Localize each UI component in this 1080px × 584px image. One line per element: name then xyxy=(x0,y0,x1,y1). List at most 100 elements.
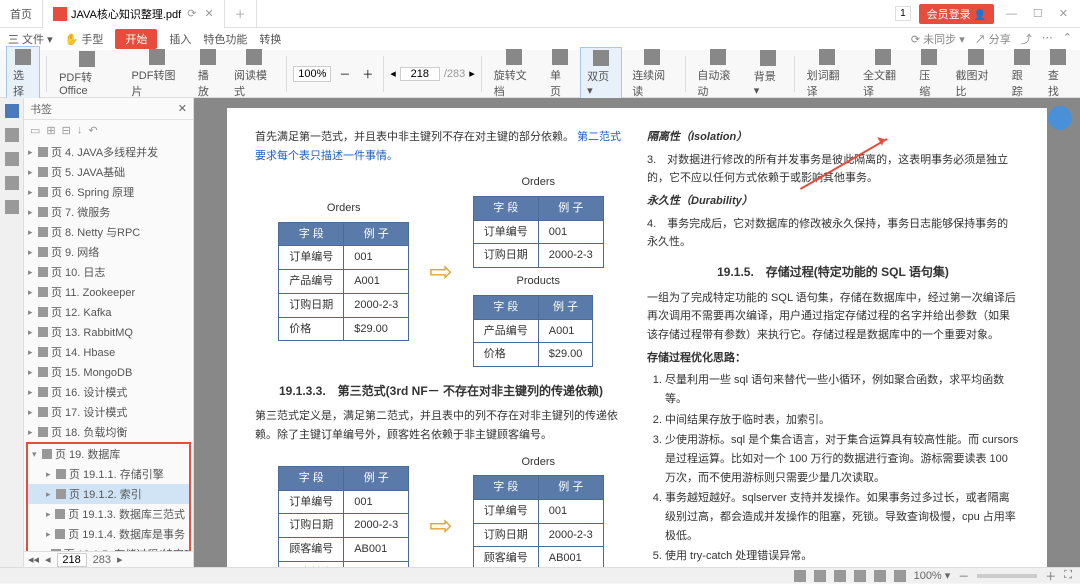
outline-item[interactable]: ▸页 16. 设计模式 xyxy=(24,382,193,402)
status-icon-2[interactable] xyxy=(814,570,826,582)
outline-item[interactable]: ▸页 18. 负载均衡 xyxy=(24,422,193,442)
bookmark-rail-icon[interactable] xyxy=(5,104,19,118)
sb-tool-2[interactable]: ⊞ xyxy=(46,124,55,137)
page-input[interactable] xyxy=(400,67,440,81)
play-button[interactable]: 播放 xyxy=(192,47,224,101)
maximize-icon[interactable]: ☐ xyxy=(1029,7,1047,20)
compress-button[interactable]: 压缩 xyxy=(913,47,945,101)
status-icon-6[interactable] xyxy=(894,570,906,582)
outline-item[interactable]: ▸页 19.1.5. 存储过程(特定功能的SQL 语句集) xyxy=(28,544,189,551)
tab-add[interactable]: ＋ xyxy=(225,0,257,28)
outline-item[interactable]: ▸页 19.1.3. 数据库三范式 xyxy=(28,504,189,524)
outline-item[interactable]: ▾页 19. 数据库 xyxy=(28,444,189,464)
page-total: /283 xyxy=(444,68,465,80)
sb-tool-4[interactable]: ↓ xyxy=(77,124,83,136)
status-icon-3[interactable] xyxy=(834,570,846,582)
pdf-to-image[interactable]: PDF转图片 xyxy=(125,47,187,101)
hand-tool[interactable]: ✋ 手型 xyxy=(65,31,104,47)
select-tool[interactable]: 选择 xyxy=(6,46,40,102)
zoom-out-status[interactable]: － xyxy=(958,568,969,584)
close-window-icon[interactable]: ✕ xyxy=(1055,7,1072,20)
notif-badge[interactable]: 1 xyxy=(895,6,911,21)
outline-item[interactable]: ▸页 4. JAVA多线程并发 xyxy=(24,142,193,162)
insert-tab[interactable]: 插入 xyxy=(169,31,191,47)
rotate-button[interactable]: 旋转文档 xyxy=(488,47,540,101)
outline-item[interactable]: ▸页 17. 设计模式 xyxy=(24,402,193,422)
sf-page-input[interactable] xyxy=(57,553,87,567)
prev-page-icon[interactable]: ◂ xyxy=(390,67,396,80)
rail-icon-5[interactable] xyxy=(5,200,19,214)
rail-icon-2[interactable] xyxy=(5,128,19,142)
rail-icon-4[interactable] xyxy=(5,176,19,190)
outline-item[interactable]: ▸页 13. RabbitMQ xyxy=(24,322,193,342)
outline-item[interactable]: ▸页 19.1.4. 数据库是事务 xyxy=(28,524,189,544)
minimize-icon[interactable]: — xyxy=(1002,8,1021,20)
outline-item[interactable]: ▸页 15. MongoDB xyxy=(24,362,193,382)
status-zoom[interactable]: 100% ▾ xyxy=(914,569,951,582)
tab-refresh-icon[interactable]: ⟳ xyxy=(187,7,196,20)
sb-tool-5[interactable]: ↶ xyxy=(88,124,97,137)
sync-status[interactable]: ⟳ 未同步 ▾ xyxy=(911,31,965,47)
sidebar-close-icon[interactable]: ✕ xyxy=(178,102,187,115)
status-icon-5[interactable] xyxy=(874,570,886,582)
single-page[interactable]: 单页 xyxy=(544,47,576,101)
rail-icon-3[interactable] xyxy=(5,152,19,166)
close-icon[interactable]: ✕ xyxy=(204,7,213,20)
arrow-icon: ⇨ xyxy=(429,248,452,296)
trace-icon xyxy=(1014,49,1030,65)
outline-item[interactable]: ▸页 10. 日志 xyxy=(24,262,193,282)
continuous-read[interactable]: 连续阅读 xyxy=(626,47,678,101)
background-button[interactable]: 背景 ▾ xyxy=(748,48,788,99)
sf-prev-icon[interactable]: ◂◂ xyxy=(28,553,39,566)
tab-home[interactable]: 首页 xyxy=(0,0,43,28)
zoom-in-icon[interactable]: ＋ xyxy=(358,66,377,82)
pdf-to-office[interactable]: PDF转Office xyxy=(53,49,121,99)
annotation-arrow xyxy=(787,138,887,208)
tbl-b-cap: Orders xyxy=(473,173,604,192)
outline-item[interactable]: ▸页 7. 微服务 xyxy=(24,202,193,222)
next-page-icon[interactable]: ▸ xyxy=(469,67,475,80)
sb-tool-3[interactable]: ⊟ xyxy=(62,124,71,137)
outline-item[interactable]: ▸页 19.1.1. 存储引擎 xyxy=(28,464,189,484)
outline-item[interactable]: ▸页 8. Netty 与RPC xyxy=(24,222,193,242)
left-rail xyxy=(0,98,24,567)
find-button[interactable]: 查找 xyxy=(1042,47,1074,101)
collapse-icon[interactable]: ⌃ xyxy=(1063,31,1072,47)
full-translate[interactable]: 全文翻译 xyxy=(857,47,909,101)
zoom-in-status[interactable]: ＋ xyxy=(1045,568,1056,584)
outline-item[interactable]: ▸页 11. Zookeeper xyxy=(24,282,193,302)
special-tab[interactable]: 特色功能 xyxy=(203,31,247,47)
cursor-icon xyxy=(15,49,31,65)
float-assist-icon[interactable] xyxy=(1048,106,1072,130)
zoom-select[interactable]: 100% xyxy=(293,66,331,82)
outline-item[interactable]: ▸页 19.1.2. 索引 xyxy=(28,484,189,504)
outline-item[interactable]: ▸页 12. Kafka xyxy=(24,302,193,322)
convert-tab[interactable]: 转换 xyxy=(259,31,281,47)
outline-item[interactable]: ▸页 6. Spring 原理 xyxy=(24,182,193,202)
sb-tool-1[interactable]: ▭ xyxy=(30,124,40,137)
zoom-out-icon[interactable]: － xyxy=(335,66,354,82)
heading-3nf: 19.1.3.3. 第三范式(3rd NF－ 不存在对非主键列的传递依赖) xyxy=(255,381,627,401)
share-button[interactable]: ↗ 分享 xyxy=(975,31,1011,47)
outline-item[interactable]: ▸页 9. 网络 xyxy=(24,242,193,262)
fullscreen-icon[interactable]: ⛶ xyxy=(1064,569,1072,582)
more-icon[interactable]: ⋯ xyxy=(1042,31,1053,47)
word-translate[interactable]: 划词翻译 xyxy=(801,47,853,101)
tab-document[interactable]: JAVA核心知识整理.pdf ⟳ ✕ xyxy=(43,0,225,28)
sf-prev[interactable]: ◂ xyxy=(45,553,51,566)
image-compare[interactable]: 截图对比 xyxy=(949,47,1001,101)
wrap-button[interactable]: ⤴ xyxy=(1021,31,1032,47)
opt-item: 少使用游标。sql 是个集合语言，对于集合运算具有较高性能。而 cursors … xyxy=(665,431,1019,487)
status-icon-4[interactable] xyxy=(854,570,866,582)
outline-item[interactable]: ▸页 14. Hbase xyxy=(24,342,193,362)
outline-item[interactable]: ▸页 5. JAVA基础 xyxy=(24,162,193,182)
double-page[interactable]: 双页 ▾ xyxy=(580,47,622,100)
read-mode[interactable]: 阅读模式 xyxy=(228,47,280,101)
table-a: 字 段例 子订单编号001产品编号A001订购日期2000-2-3价格$29.0… xyxy=(278,222,409,341)
zoom-slider[interactable] xyxy=(977,574,1037,578)
status-icon-1[interactable] xyxy=(794,570,806,582)
trace-button[interactable]: 跟踪 xyxy=(1006,47,1038,101)
sf-next[interactable]: ▸ xyxy=(117,553,123,566)
auto-scroll[interactable]: 自动滚动 xyxy=(691,47,743,101)
login-button[interactable]: 会员登录 👤 xyxy=(919,4,994,24)
